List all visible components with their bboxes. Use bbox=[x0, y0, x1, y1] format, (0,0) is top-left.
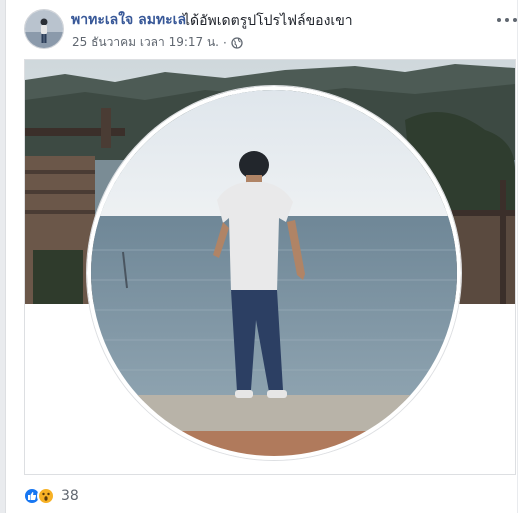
more-options-button[interactable] bbox=[497, 14, 517, 26]
reaction-count[interactable]: 38 bbox=[61, 488, 79, 504]
ellipsis-icon bbox=[497, 18, 501, 22]
reactions-summary[interactable]: 38 bbox=[23, 487, 79, 505]
profile-photo-image bbox=[91, 90, 457, 456]
author-avatar[interactable] bbox=[24, 9, 64, 49]
globe-icon[interactable] bbox=[231, 36, 243, 49]
post-photo[interactable] bbox=[24, 59, 516, 475]
wow-icon bbox=[37, 487, 55, 505]
profile-picture[interactable] bbox=[87, 86, 461, 460]
meta-separator: · bbox=[223, 35, 227, 50]
author-name-link[interactable]: พาทะเลใจ ลมทะเล bbox=[71, 9, 186, 31]
post-action-text: ได้อัพเดตรูปโปรไฟล์ของเขา bbox=[183, 13, 353, 29]
post-card: พาทะเลใจ ลมทะเล ได้อัพเดตรูปโปรไฟล์ของเข… bbox=[5, 0, 517, 513]
post-meta: 25 ธันวาคม เวลา 19:17 น. · bbox=[72, 33, 243, 52]
post-timestamp[interactable]: 25 ธันวาคม เวลา 19:17 น. bbox=[72, 33, 219, 52]
